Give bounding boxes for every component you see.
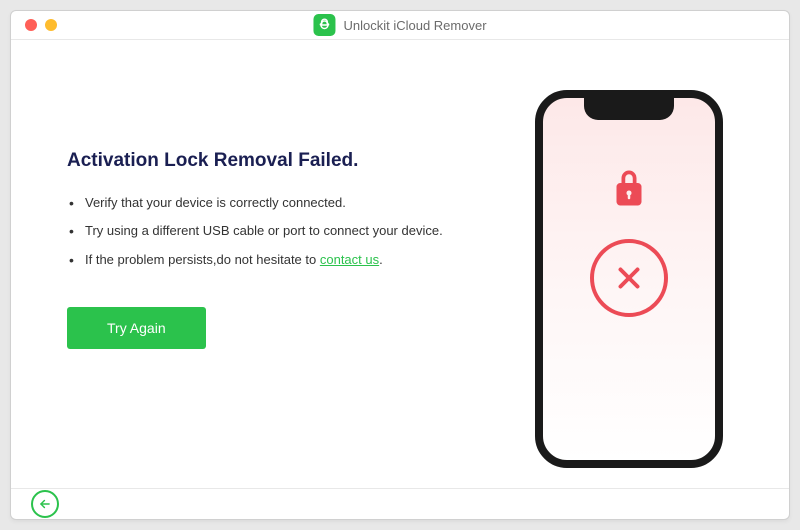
app-window: Unlockit iCloud Remover Activation Lock … bbox=[10, 10, 790, 520]
phone-screen bbox=[543, 98, 715, 317]
phone-illustration bbox=[535, 90, 723, 468]
heading: Activation Lock Removal Failed. bbox=[67, 150, 479, 172]
instruction-item: Verify that your device is correctly con… bbox=[67, 192, 479, 214]
instruction-text: . bbox=[379, 252, 383, 267]
titlebar: Unlockit iCloud Remover bbox=[11, 11, 789, 40]
footer-bar bbox=[11, 488, 789, 519]
instruction-item: Try using a different USB cable or port … bbox=[67, 220, 479, 242]
contact-us-link[interactable]: contact us bbox=[320, 252, 379, 267]
phone-notch bbox=[584, 98, 674, 120]
try-again-button[interactable]: Try Again bbox=[67, 307, 206, 349]
back-button[interactable] bbox=[31, 490, 59, 518]
content-area: Activation Lock Removal Failed. Verify t… bbox=[11, 40, 789, 488]
minimize-window-button[interactable] bbox=[45, 19, 57, 31]
close-window-button[interactable] bbox=[25, 19, 37, 31]
window-controls bbox=[25, 19, 57, 31]
instruction-item: If the problem persists,do not hesitate … bbox=[67, 249, 479, 271]
error-circle-icon bbox=[590, 239, 668, 317]
lock-icon bbox=[614, 170, 644, 211]
instructions-list: Verify that your device is correctly con… bbox=[67, 192, 479, 270]
message-panel: Activation Lock Removal Failed. Verify t… bbox=[67, 80, 479, 468]
illustration-panel bbox=[509, 80, 749, 468]
title-group: Unlockit iCloud Remover bbox=[313, 14, 486, 36]
arrow-left-icon bbox=[38, 497, 52, 511]
app-title: Unlockit iCloud Remover bbox=[343, 18, 486, 33]
instruction-text: If the problem persists,do not hesitate … bbox=[85, 252, 320, 267]
app-logo-icon bbox=[313, 14, 335, 36]
